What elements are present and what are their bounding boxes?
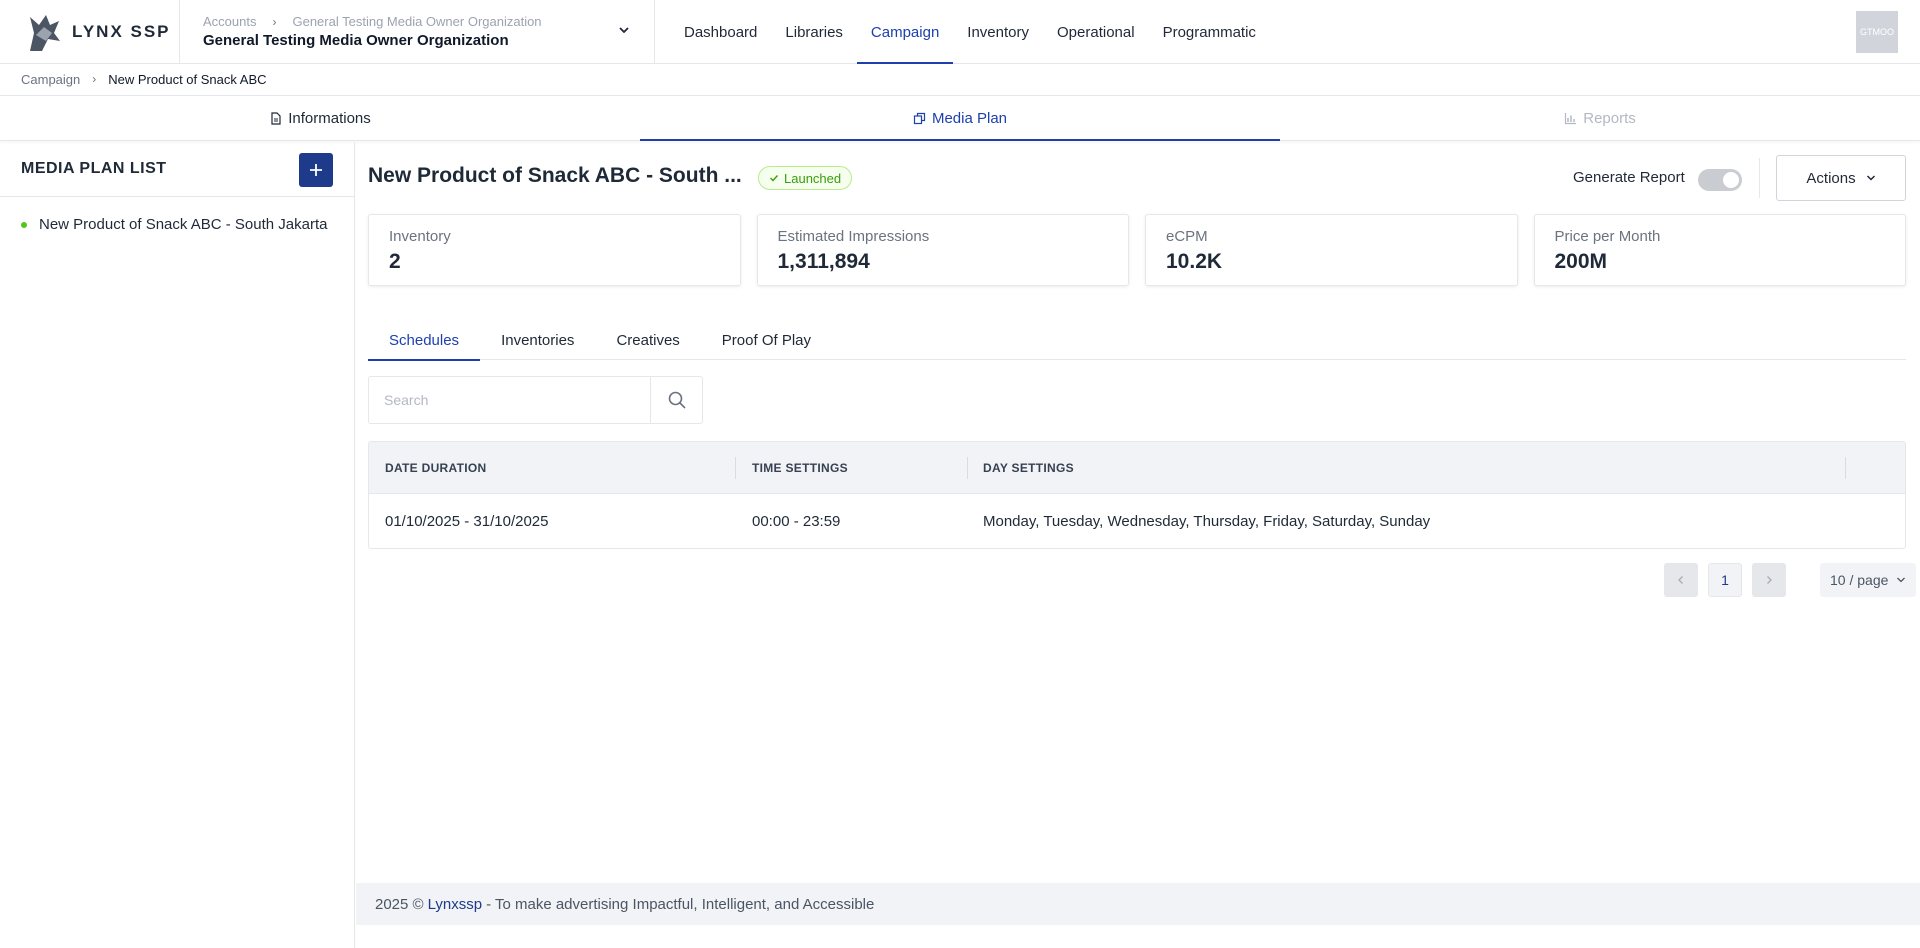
app-logo-text: LYNX SSP (72, 22, 171, 41)
sidebar-header: MEDIA PLAN LIST (0, 142, 354, 197)
stat-value: 2 (389, 250, 401, 273)
stat-label: eCPM (1166, 228, 1208, 245)
generate-report-label: Generate Report (1573, 169, 1685, 186)
nav-dashboard[interactable]: Dashboard (670, 0, 771, 64)
sidebar-title: MEDIA PLAN LIST (21, 160, 167, 177)
main-nav: Dashboard Libraries Campaign Inventory O… (670, 0, 1270, 64)
footer-brand-link[interactable]: Lynxssp (428, 896, 482, 913)
check-icon (770, 175, 779, 182)
nav-programmatic[interactable]: Programmatic (1149, 0, 1270, 64)
chevron-down-icon (1897, 577, 1906, 583)
column-day-settings: DAY SETTINGS (983, 461, 1074, 475)
tab-media-plan[interactable]: Media Plan (640, 96, 1280, 141)
chevron-down-icon[interactable] (616, 22, 632, 38)
tab-inventories[interactable]: Inventories (480, 320, 595, 360)
footer-tagline: - To make advertising Impactful, Intelli… (486, 895, 875, 913)
stat-value: 10.2K (1166, 250, 1223, 273)
top-header: LYNX SSP Accounts › General Testing Medi… (0, 0, 1920, 64)
chevron-right-icon (1767, 576, 1772, 584)
breadcrumb-current: New Product of Snack ABC (108, 71, 267, 87)
tab-informations-label: Informations (288, 109, 371, 127)
stat-card-ecpm: eCPM 10.2K (1145, 214, 1518, 286)
media-plan-subtabs: Schedules Inventories Creatives Proof Of… (368, 320, 1906, 361)
breadcrumb-campaign[interactable]: Campaign (21, 72, 80, 87)
stat-card-inventory: Inventory 2 (368, 214, 741, 286)
nav-libraries[interactable]: Libraries (771, 0, 857, 64)
prev-page-button[interactable] (1664, 563, 1698, 597)
header-divider (1759, 158, 1760, 198)
page-title: New Product of Snack ABC - South ... (368, 164, 742, 187)
cell-day-settings: Monday, Tuesday, Wednesday, Thursday, Fr… (983, 512, 1431, 530)
column-divider (1845, 457, 1846, 479)
table-row[interactable]: 01/10/2025 - 31/10/2025 00:00 - 23:59 Mo… (369, 494, 1905, 548)
tab-proof-of-play[interactable]: Proof Of Play (701, 320, 832, 360)
document-icon (271, 111, 281, 125)
nav-operational[interactable]: Operational (1043, 0, 1149, 64)
toggle-knob (1723, 172, 1739, 188)
column-date-duration: DATE DURATION (385, 461, 487, 475)
stat-label: Inventory (389, 228, 451, 245)
nav-inventory[interactable]: Inventory (953, 0, 1043, 64)
next-page-button[interactable] (1752, 563, 1786, 597)
sidebar-item-media-plan[interactable]: New Product of Snack ABC - South Jakarta (21, 216, 327, 233)
page-size-select[interactable]: 10 / page (1820, 563, 1917, 597)
footer-copyright: 2025 © (375, 895, 424, 913)
org-name: General Testing Media Owner Organization (203, 32, 509, 49)
org-crumb-accounts[interactable]: Accounts (203, 14, 256, 29)
lynx-logo-icon (30, 15, 60, 51)
app-logo[interactable]: LYNX SSP (24, 10, 171, 54)
chevron-left-icon (1678, 576, 1683, 584)
copy-icon (913, 112, 926, 124)
footer: 2025 © Lynxssp - To make advertising Imp… (356, 883, 1920, 925)
bar-chart-icon (1565, 112, 1577, 124)
org-breadcrumb: Accounts › General Testing Media Owner O… (203, 14, 542, 29)
tab-schedules[interactable]: Schedules (368, 320, 481, 361)
page-size-value: 10 / page (1830, 572, 1889, 588)
tab-reports-label: Reports (1583, 109, 1636, 127)
cell-date-duration: 01/10/2025 - 31/10/2025 (385, 512, 549, 530)
chevron-right-icon: › (92, 72, 97, 86)
status-badge: Launched (758, 166, 853, 190)
search-icon (668, 391, 686, 409)
schedules-table: DATE DURATION TIME SETTINGS DAY SETTINGS… (368, 441, 1906, 549)
sidebar-item-label: New Product of Snack ABC - South Jakarta (39, 216, 328, 233)
plus-icon (310, 164, 322, 176)
search-button[interactable] (650, 377, 702, 423)
cell-time-settings: 00:00 - 23:59 (752, 512, 841, 530)
stats-row: Inventory 2 Estimated Impressions 1,311,… (368, 214, 1906, 286)
page-number-button[interactable]: 1 (1708, 563, 1742, 597)
nav-campaign[interactable]: Campaign (856, 0, 954, 64)
actions-button[interactable]: Actions (1776, 155, 1906, 201)
org-crumb-organization[interactable]: General Testing Media Owner Organization (292, 14, 541, 29)
column-divider (967, 457, 968, 479)
stat-card-estimated-impressions: Estimated Impressions 1,311,894 (756, 214, 1129, 286)
schedule-search (368, 376, 703, 424)
campaign-tabs: Informations Media Plan Reports (0, 96, 1920, 141)
search-input[interactable] (369, 377, 650, 423)
stat-value: 200M (1554, 250, 1608, 273)
stat-value: 1,311,894 (777, 250, 870, 273)
chevron-down-icon (1866, 175, 1875, 181)
tab-creatives[interactable]: Creatives (595, 320, 700, 360)
actions-button-label: Actions (1806, 169, 1856, 187)
chevron-right-icon: › (272, 14, 277, 29)
tab-media-plan-label: Media Plan (931, 109, 1008, 127)
media-plan-sidebar: MEDIA PLAN LIST New Product of Snack ABC… (0, 142, 355, 948)
stat-label: Price per Month (1554, 228, 1661, 245)
generate-report-toggle[interactable] (1698, 169, 1742, 191)
stat-card-price-per-month: Price per Month 200M (1533, 214, 1906, 286)
avatar[interactable]: GTMOO (1856, 11, 1898, 53)
column-time-settings: TIME SETTINGS (752, 461, 848, 475)
stat-label: Estimated Impressions (777, 228, 930, 245)
tab-informations[interactable]: Informations (0, 96, 640, 140)
org-switcher[interactable]: Accounts › General Testing Media Owner O… (179, 0, 655, 64)
tab-reports[interactable]: Reports (1280, 96, 1920, 140)
pagination: 1 10 / page (1664, 563, 1917, 597)
status-dot (21, 221, 27, 228)
table-header: DATE DURATION TIME SETTINGS DAY SETTINGS (369, 442, 1905, 494)
status-badge-label: Launched (784, 170, 842, 186)
breadcrumb: Campaign › New Product of Snack ABC (21, 70, 267, 88)
column-divider (735, 457, 736, 479)
add-media-plan-button[interactable] (299, 153, 333, 187)
